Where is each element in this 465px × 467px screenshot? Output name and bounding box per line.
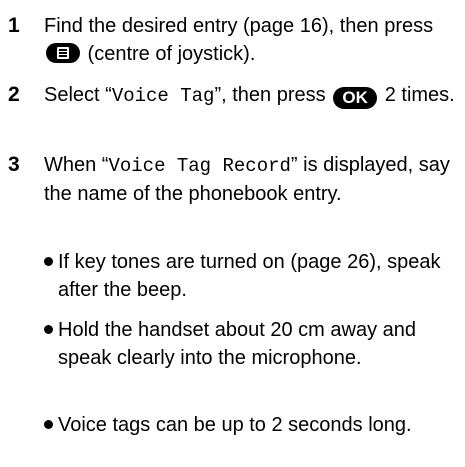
step-text: Select “Voice Tag”, then press OK 2 time… [44,84,455,109]
step-number: 3 [8,153,20,176]
bullet-icon [44,257,53,266]
bullet-text: If key tones are turned on (page 26), sp… [58,251,441,301]
step-3: 3 When “Voice Tag Record” is displayed, … [0,151,465,241]
step-2: 2 Select “Voice Tag”, then press OK 2 ti… [0,81,465,143]
step-number: 1 [8,14,20,37]
menu-option-voice-tag: Voice Tag [111,85,215,107]
display-text-voice-tag-record: Voice Tag Record [108,155,291,177]
page-top-fragment [4,0,164,7]
bullet-text: Hold the handset about 20 cm away and sp… [58,319,417,369]
bullet-item: Hold the handset about 20 cm away and sp… [44,316,459,400]
ok-button-icon: OK [333,87,378,109]
bullet-text: Voice tags can be up to 2 seconds long. [58,414,412,436]
step-text: When “Voice Tag Record” is displayed, sa… [44,154,450,205]
bullet-icon [44,420,53,429]
menu-list-button-icon [46,43,80,63]
bullet-icon [44,325,53,334]
step-text: Find the desired entry (page 16), then p… [44,15,434,65]
step-1: 1 Find the desired entry (page 16), then… [0,12,465,74]
bullet-item: If key tones are turned on (page 26), sp… [44,248,459,304]
step-number: 2 [8,83,20,106]
bullet-item: Voice tags can be up to 2 seconds long. [44,411,459,467]
